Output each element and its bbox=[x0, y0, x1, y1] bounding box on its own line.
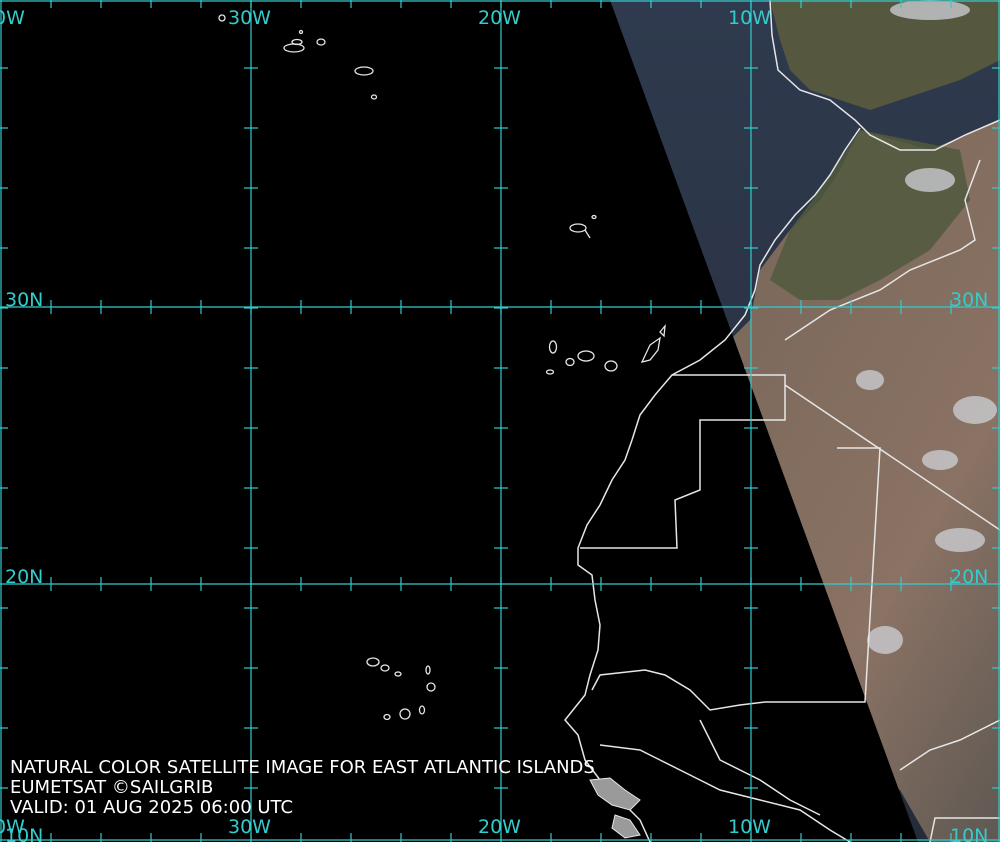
lon-label-bottom-10w: 10W bbox=[728, 816, 771, 838]
caption-valid-time: VALID: 01 AUG 2025 06:00 UTC bbox=[10, 797, 294, 818]
lon-label-top-30w: 30W bbox=[228, 7, 271, 29]
lon-label-top-20w: 20W bbox=[478, 7, 521, 29]
lat-label-left-30n: 30N bbox=[5, 289, 43, 311]
lon-label-bottom-30w: 30W bbox=[228, 816, 271, 838]
caption-credit: EUMETSAT ©SAILGRIB bbox=[10, 777, 214, 798]
lon-label-bottom-20w: 20W bbox=[478, 816, 521, 838]
satellite-map: 0W 30W 20W 10W 0W 30W 20W 10W 30N 20N 10… bbox=[0, 0, 1000, 842]
lat-label-right-10n: 10N bbox=[950, 825, 988, 842]
lat-label-left-10n: 10N bbox=[5, 825, 43, 842]
lat-label-right-30n: 30N bbox=[950, 289, 988, 311]
map-caption: NATURAL COLOR SATELLITE IMAGE FOR EAST A… bbox=[10, 758, 595, 818]
caption-title: NATURAL COLOR SATELLITE IMAGE FOR EAST A… bbox=[10, 757, 595, 778]
lat-label-left-20n: 20N bbox=[5, 566, 43, 588]
lon-label-top-0: 0W bbox=[0, 7, 25, 29]
lon-label-top-10w: 10W bbox=[728, 7, 771, 29]
lat-label-right-20n: 20N bbox=[950, 566, 988, 588]
